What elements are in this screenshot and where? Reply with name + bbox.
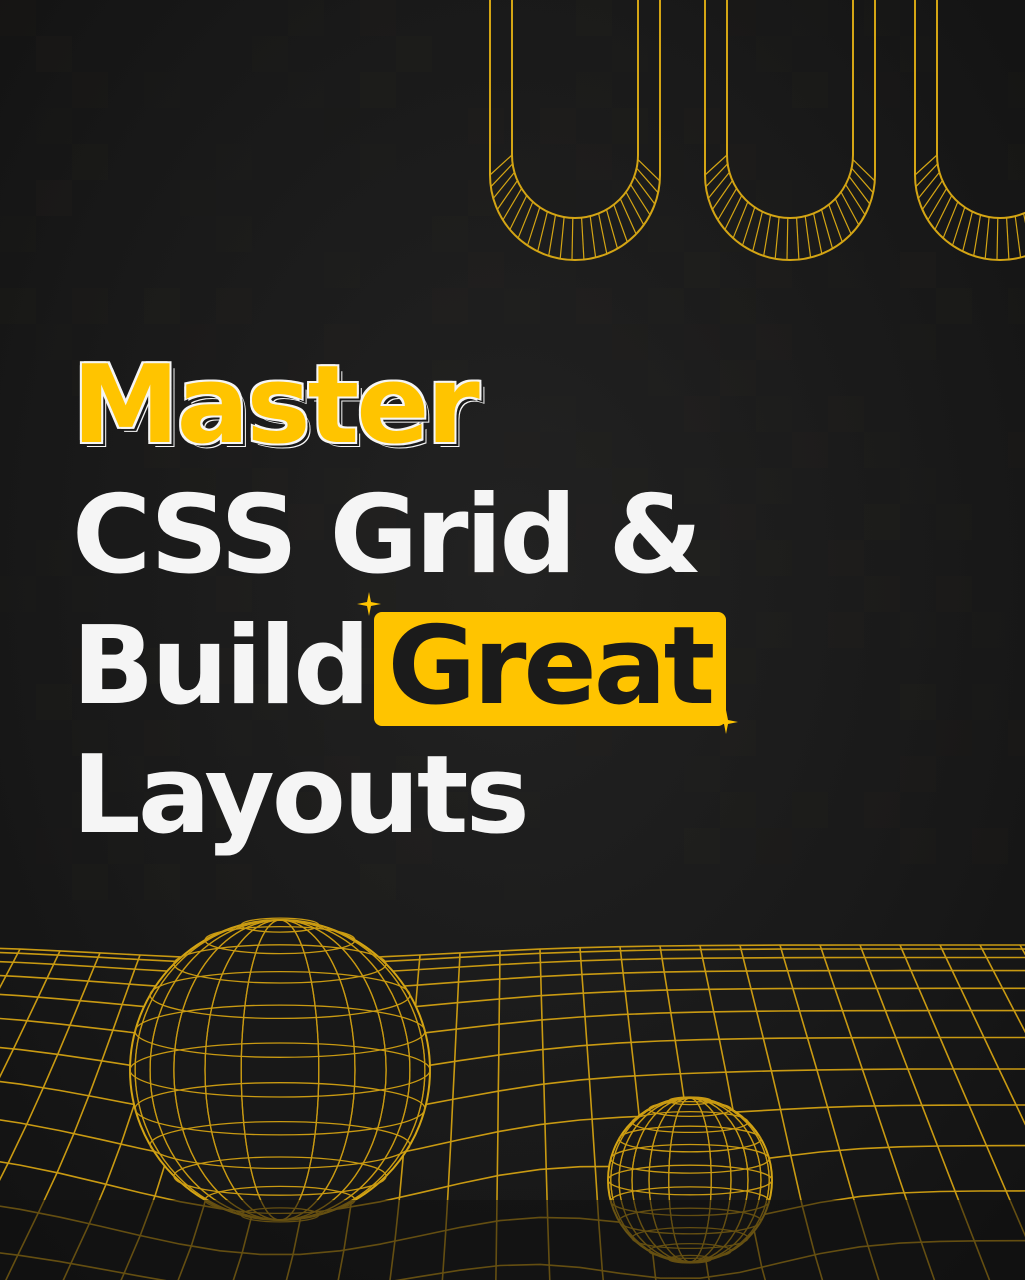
wireframe-u-tubes-graphic — [489, 0, 1025, 261]
headline-line-master: Master — [72, 343, 480, 468]
wireframe-grid-floor-graphic — [0, 917, 1025, 1280]
headline-line-build-great: Build Great — [72, 592, 738, 742]
sparkle-icon — [714, 710, 738, 734]
headline-line-css-grid: CSS Grid & — [72, 473, 703, 598]
headline: Master CSS Grid & Build Great Layouts — [72, 343, 738, 872]
headline-word-build: Build — [72, 604, 371, 729]
sparkle-icon — [357, 592, 381, 616]
headline-highlight-great: Great — [373, 611, 727, 727]
headline-line-layouts: Layouts — [72, 733, 530, 858]
poster: Master CSS Grid & Build Great Layouts — [0, 0, 1025, 1280]
